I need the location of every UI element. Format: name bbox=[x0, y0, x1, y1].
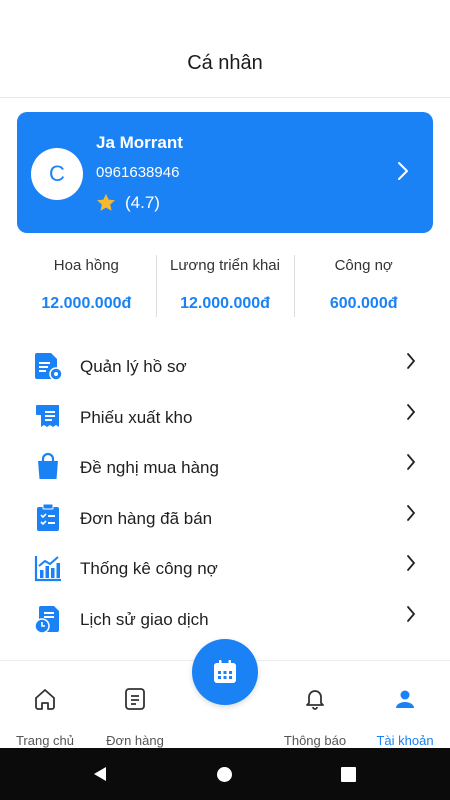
profile-document-icon bbox=[35, 353, 63, 381]
chevron-right-icon bbox=[407, 555, 416, 571]
nav-item-account[interactable]: Tài khoản bbox=[360, 661, 450, 749]
chevron-right-icon bbox=[407, 353, 416, 369]
menu-item-export-slip[interactable]: Phiếu xuất kho bbox=[0, 394, 450, 445]
home-button[interactable] bbox=[217, 767, 232, 782]
menu-label: Đơn hàng đã bán bbox=[80, 508, 213, 528]
calendar-fab-button[interactable] bbox=[192, 639, 258, 705]
header: Cá nhân bbox=[0, 0, 450, 98]
nav-item-home[interactable]: Trang chủ bbox=[0, 661, 90, 749]
menu-list: Quản lý hồ sơ Phiếu xuất kho Đề nghị mua… bbox=[0, 343, 450, 646]
stat-value: 12.000.000đ bbox=[180, 295, 270, 312]
menu-item-debt-stats[interactable]: Thống kê công nợ bbox=[0, 545, 450, 596]
stat-commission: Hoa hồng 12.000.000đ bbox=[17, 253, 156, 317]
menu-label: Đề nghị mua hàng bbox=[80, 458, 219, 477]
nav-item-orders[interactable]: Đơn hàng bbox=[90, 661, 180, 749]
stat-salary: Lương triển khai 12.000.000đ bbox=[155, 253, 295, 317]
clipboard-check-icon bbox=[37, 503, 59, 531]
shopping-bag-icon bbox=[38, 452, 58, 479]
profile-card[interactable]: C Ja Morrant 0961638946 (4.7) bbox=[17, 112, 433, 233]
home-icon bbox=[35, 689, 55, 710]
nav-label: Tài khoản bbox=[376, 733, 434, 748]
chevron-right-icon bbox=[407, 504, 416, 521]
chevron-right-icon bbox=[407, 403, 416, 420]
nav-item-notifications[interactable]: Thông báo bbox=[270, 661, 360, 749]
rating: (4.7) bbox=[95, 192, 160, 214]
user-icon bbox=[396, 690, 414, 708]
nav-label: Thông báo bbox=[283, 733, 347, 748]
menu-item-sold-orders[interactable]: Đơn hàng đã bán bbox=[0, 495, 450, 546]
menu-label: Lịch sử giao dịch bbox=[80, 609, 209, 629]
menu-label: Thống kê công nợ bbox=[80, 559, 218, 578]
calendar-icon bbox=[214, 660, 236, 683]
stat-debt: Công nợ 600.000đ bbox=[294, 253, 433, 317]
recent-apps-button[interactable] bbox=[341, 767, 356, 782]
order-icon bbox=[125, 688, 145, 710]
stats-row: Hoa hồng 12.000.000đ Lương triển khai 12… bbox=[17, 253, 433, 317]
menu-label: Quản lý hồ sơ bbox=[80, 357, 187, 376]
profile-name: Ja Morrant bbox=[96, 133, 183, 152]
stat-label: Lương triển khai bbox=[170, 257, 280, 274]
receipt-icon bbox=[36, 404, 59, 427]
nav-label: Đơn hàng bbox=[106, 733, 164, 748]
chevron-right-icon bbox=[407, 454, 416, 470]
chevron-right-icon[interactable] bbox=[397, 161, 409, 181]
nav-label: Trang chủ bbox=[15, 733, 75, 748]
back-icon[interactable] bbox=[92, 766, 108, 782]
rating-value: (4.7) bbox=[125, 193, 160, 212]
menu-item-profile[interactable]: Quản lý hồ sơ bbox=[0, 343, 450, 394]
stat-value: 600.000đ bbox=[329, 295, 398, 312]
star-icon bbox=[97, 193, 115, 211]
stat-label: Công nợ bbox=[334, 257, 393, 274]
system-navigation-bar bbox=[0, 748, 450, 800]
avatar: C bbox=[31, 148, 83, 200]
stat-label: Hoa hồng bbox=[53, 257, 119, 274]
chevron-right-icon bbox=[407, 605, 416, 622]
history-icon bbox=[34, 605, 59, 634]
profile-phone: 0961638946 bbox=[96, 164, 180, 181]
bell-icon bbox=[306, 690, 324, 710]
page-title: Cá nhân bbox=[187, 52, 263, 74]
stat-value: 12.000.000đ bbox=[41, 295, 132, 312]
menu-item-purchase-request[interactable]: Đề nghị mua hàng bbox=[0, 444, 450, 495]
menu-label: Phiếu xuất kho bbox=[80, 407, 193, 427]
chart-icon bbox=[34, 556, 61, 582]
